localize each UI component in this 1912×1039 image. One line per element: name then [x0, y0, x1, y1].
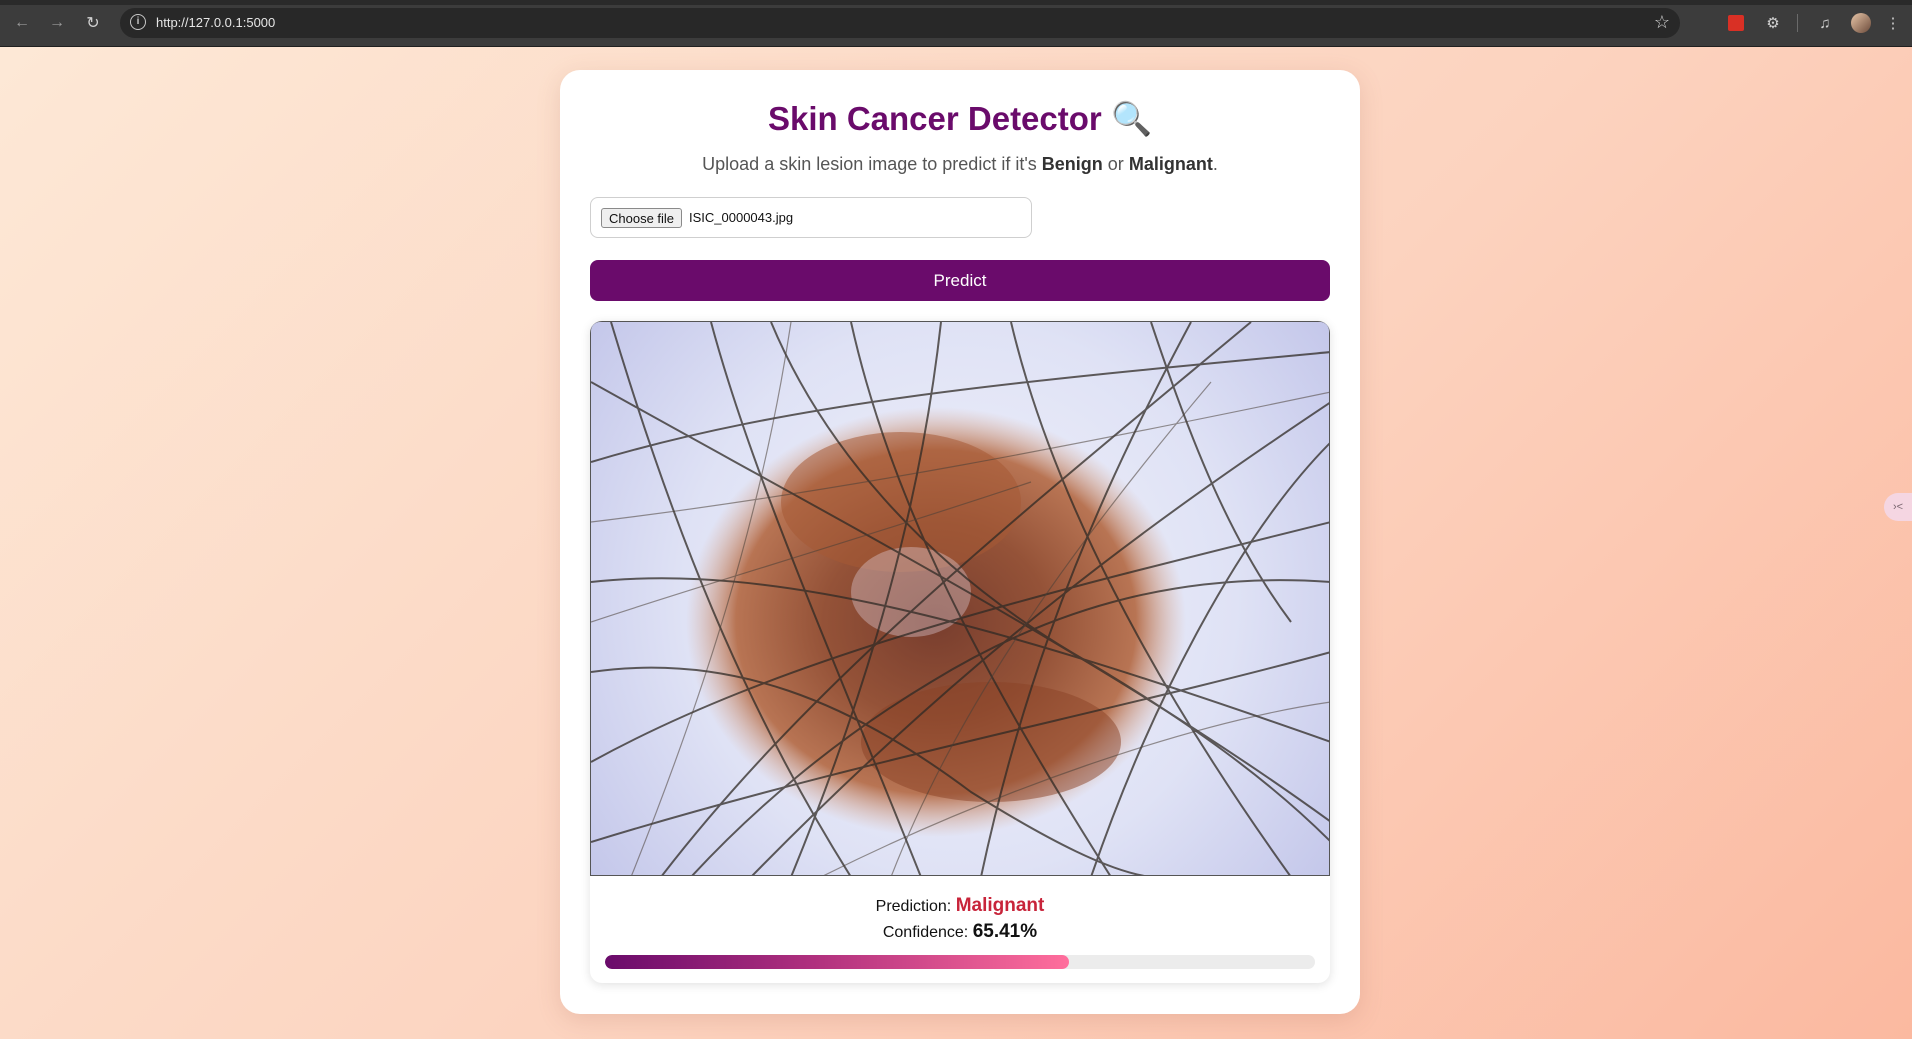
- subtitle-end: .: [1212, 154, 1218, 174]
- file-input[interactable]: Choose file ISIC_0000043.jpg: [590, 197, 1032, 238]
- page-background: ›< Skin Cancer Detector 🔍 Upload a skin …: [0, 47, 1912, 1039]
- page-title: Skin Cancer Detector 🔍: [560, 100, 1360, 139]
- choose-file-button[interactable]: Choose file: [601, 208, 683, 228]
- browser-toolbar: ← → ↻ i http://127.0.0.1:5000 ☆ ⚙ ♫ ⋮: [0, 0, 1912, 47]
- subtitle-or: or: [1107, 154, 1124, 174]
- lesion-image-preview: [590, 321, 1330, 876]
- result-panel: Prediction: Malignant Confidence: 65.41%: [590, 321, 1330, 983]
- prediction-label: Prediction:: [875, 898, 952, 915]
- toolbar-divider: [1797, 14, 1798, 32]
- title-text: Skin Cancer Detector: [767, 100, 1102, 137]
- site-info-icon[interactable]: i: [130, 14, 146, 30]
- bookmark-star-icon[interactable]: ☆: [1654, 12, 1670, 33]
- subtitle-benign: Benign: [1041, 154, 1103, 174]
- lesion-image: [591, 322, 1329, 875]
- selected-file-name: ISIC_0000043.jpg: [689, 210, 794, 225]
- prediction-line: Prediction: Malignant: [590, 895, 1330, 917]
- confidence-line: Confidence: 65.41%: [590, 921, 1330, 943]
- address-url[interactable]: http://127.0.0.1:5000: [156, 15, 275, 30]
- predict-button[interactable]: Predict: [590, 260, 1330, 301]
- address-bar[interactable]: i http://127.0.0.1:5000 ☆: [120, 8, 1680, 38]
- media-control-icon[interactable]: ♫: [1814, 12, 1836, 34]
- page-subtitle: Upload a skin lesion image to predict if…: [560, 154, 1360, 175]
- menu-kebab-icon[interactable]: ⋮: [1882, 12, 1904, 34]
- extensions-puzzle-icon[interactable]: ⚙: [1762, 12, 1784, 34]
- subtitle-text: Upload a skin lesion image to predict if…: [702, 154, 1037, 174]
- confidence-bar-track: [605, 955, 1315, 969]
- magnifier-icon: 🔍: [1110, 100, 1153, 137]
- confidence-value: 65.41%: [972, 921, 1038, 942]
- reload-icon[interactable]: ↻: [82, 12, 104, 34]
- subtitle-malignant: Malignant: [1128, 154, 1213, 174]
- confidence-bar-fill: [605, 955, 1070, 969]
- profile-avatar[interactable]: [1851, 13, 1871, 33]
- extension-icon[interactable]: [1728, 15, 1744, 31]
- tab-strip: [0, 0, 1912, 5]
- side-panel-tab-icon[interactable]: ›<: [1884, 493, 1912, 521]
- back-icon[interactable]: ←: [11, 12, 33, 34]
- confidence-label: Confidence:: [882, 924, 969, 941]
- detector-card: Skin Cancer Detector 🔍 Upload a skin les…: [560, 70, 1360, 1014]
- prediction-value: Malignant: [955, 895, 1045, 916]
- forward-icon[interactable]: →: [46, 12, 68, 34]
